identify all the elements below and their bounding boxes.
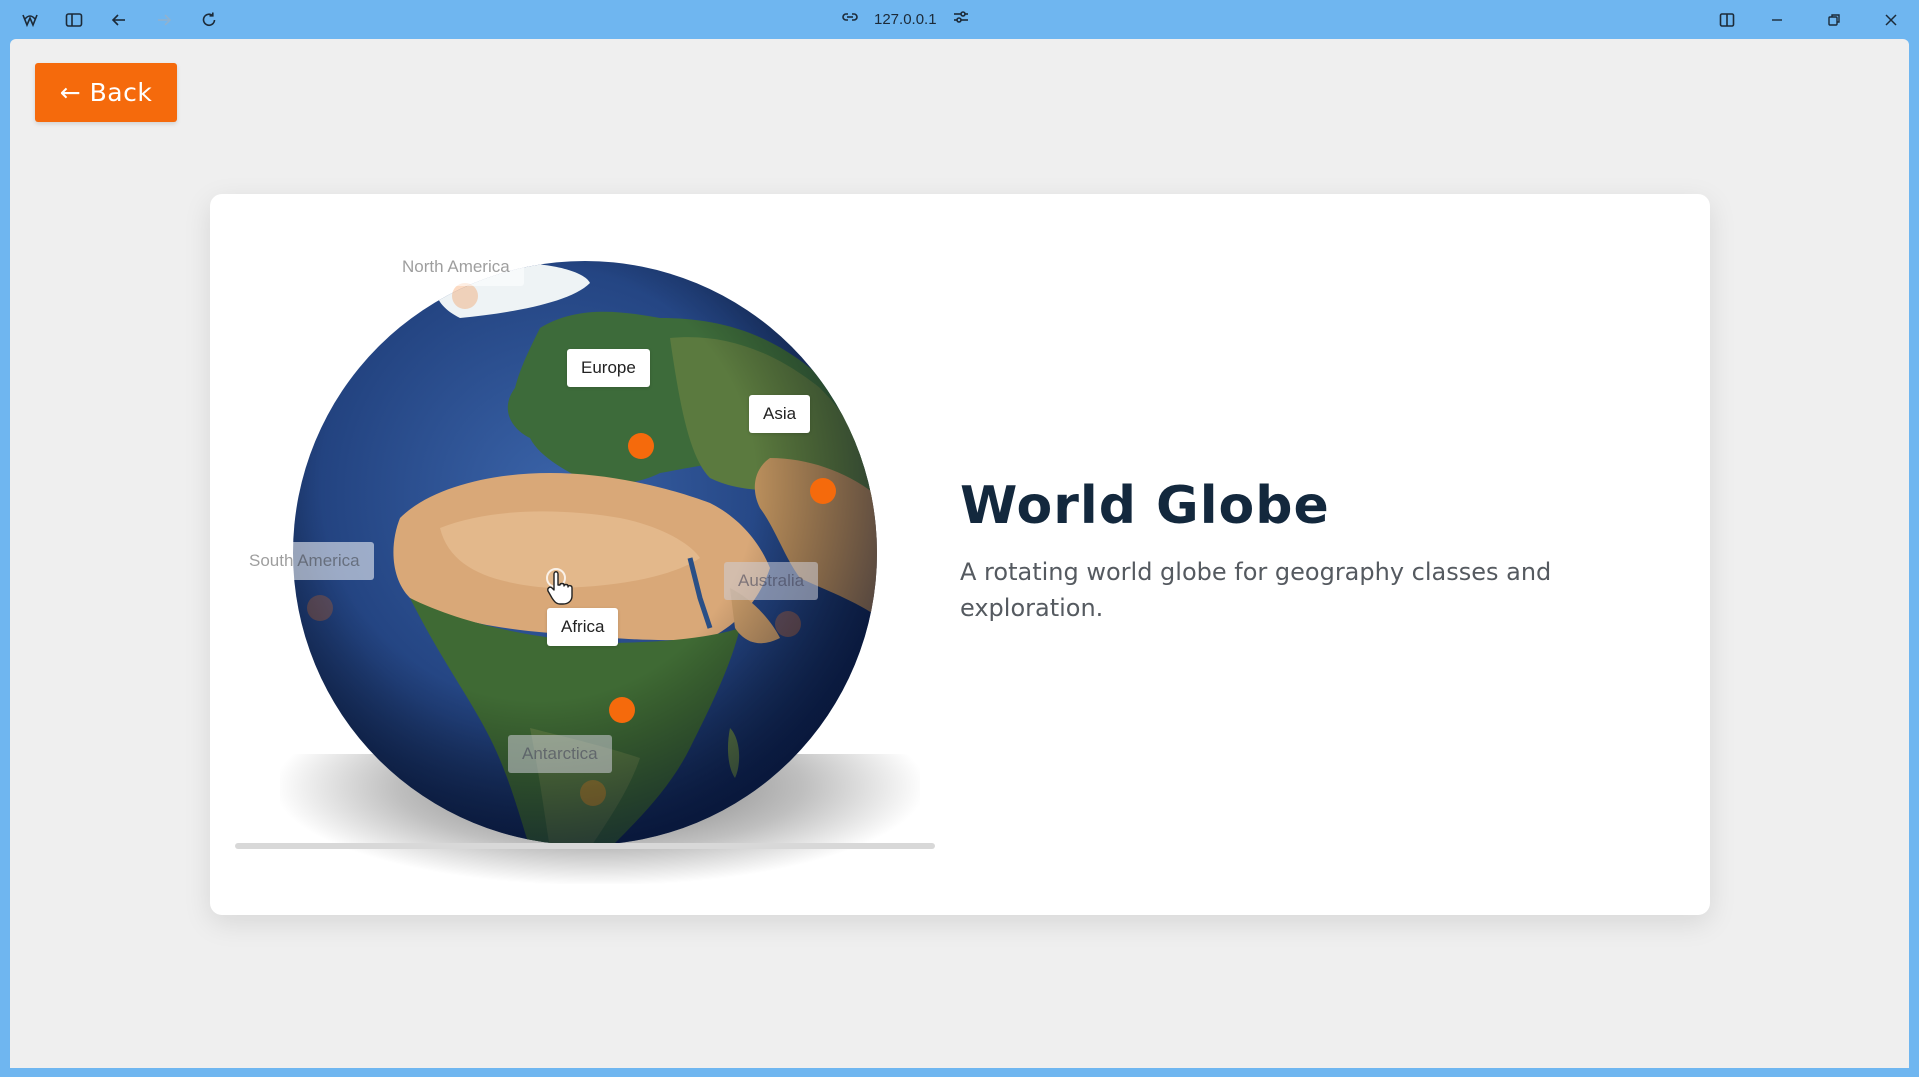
page-viewport: ← Back North America Europe Asia South A…	[10, 39, 1909, 1068]
label-australia[interactable]: Australia	[724, 562, 819, 600]
address-bar[interactable]: 127.0.0.1	[840, 7, 971, 31]
marker-australia[interactable]	[775, 611, 801, 637]
browser-toolbar: 127.0.0.1	[0, 0, 1919, 39]
sliders-icon[interactable]	[951, 7, 971, 31]
arrow-left-icon[interactable]	[108, 9, 130, 31]
arrow-right-icon[interactable]	[153, 9, 175, 31]
reload-icon[interactable]	[198, 9, 220, 31]
marker-asia[interactable]	[810, 478, 836, 504]
label-europe[interactable]: Europe	[567, 349, 650, 387]
back-button[interactable]: ← Back	[35, 63, 177, 122]
page-title: World Globe	[960, 476, 1330, 536]
marker-south-america[interactable]	[307, 595, 333, 621]
label-antarctica[interactable]: Antarctica	[508, 735, 612, 773]
split-view-icon[interactable]	[1716, 9, 1738, 31]
label-asia[interactable]: Asia	[749, 395, 811, 433]
label-africa[interactable]: Africa	[547, 608, 619, 646]
hand-cursor-icon	[546, 568, 573, 605]
close-icon[interactable]	[1880, 9, 1902, 31]
sidebar-toggle-icon[interactable]	[63, 9, 85, 31]
marker-africa[interactable]	[609, 697, 635, 723]
globe-card: North America Europe Asia South America …	[210, 194, 1710, 915]
rotation-track[interactable]	[235, 843, 935, 849]
app-logo-icon[interactable]	[19, 9, 41, 31]
address-text[interactable]: 127.0.0.1	[874, 11, 937, 28]
link-icon	[840, 7, 860, 31]
marker-north-america[interactable]	[452, 283, 478, 309]
label-north-america[interactable]: North America	[388, 248, 524, 286]
page-description: A rotating world globe for geography cla…	[960, 558, 1552, 622]
marker-europe[interactable]	[628, 433, 654, 459]
minimize-icon[interactable]	[1766, 9, 1788, 31]
restore-icon[interactable]	[1823, 9, 1845, 31]
marker-antarctica[interactable]	[580, 780, 606, 806]
globe-area[interactable]: North America Europe Asia South America …	[210, 194, 970, 915]
label-south-america[interactable]: South America	[235, 542, 374, 580]
